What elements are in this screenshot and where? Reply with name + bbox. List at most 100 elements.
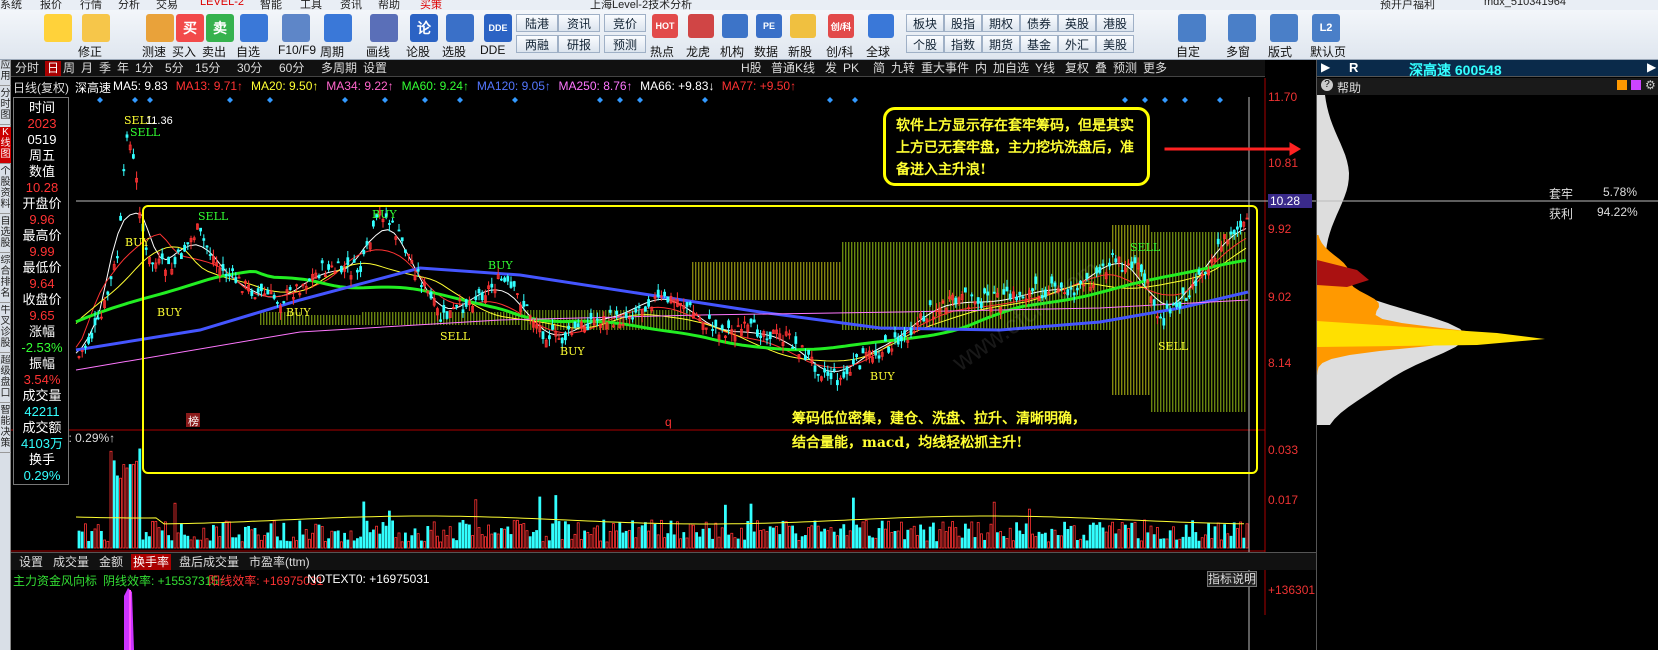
indicator-tab-1[interactable]: 成交量 xyxy=(51,554,91,570)
volume-bar xyxy=(586,531,590,549)
chip-bar xyxy=(899,242,901,330)
volume-bar xyxy=(442,529,446,549)
chip-bar xyxy=(311,315,313,325)
right-panel-arrow-icon[interactable]: ▶ xyxy=(1647,60,1656,74)
candle-body xyxy=(307,278,311,281)
volume-bar xyxy=(1149,525,1153,549)
event-diamond[interactable] xyxy=(1217,97,1223,103)
chip-bar xyxy=(878,242,880,330)
candle-body xyxy=(1018,291,1022,296)
event-diamond[interactable] xyxy=(597,97,603,103)
settings-gear-icon[interactable]: ⚙ xyxy=(1645,78,1656,92)
volume-bar xyxy=(1111,521,1114,549)
right-panel-tab[interactable]: R xyxy=(1349,60,1358,75)
event-diamond[interactable] xyxy=(1122,97,1128,103)
info-label-2: 数值 xyxy=(28,164,55,179)
chip-mode-purple-icon[interactable] xyxy=(1631,80,1641,90)
volume-bar xyxy=(1152,534,1156,549)
volume-bar xyxy=(160,530,164,549)
volume-bar xyxy=(176,532,180,549)
event-diamond[interactable] xyxy=(1142,97,1148,103)
event-diamond[interactable] xyxy=(852,97,858,103)
annotation-frame xyxy=(142,205,1258,474)
event-diamond[interactable] xyxy=(382,97,388,103)
candle-body xyxy=(131,154,135,159)
candle-body xyxy=(116,256,119,259)
volume-bar xyxy=(679,538,682,549)
event-diamond[interactable] xyxy=(422,97,428,103)
volume-bar xyxy=(727,534,730,549)
profit-label: 获利 xyxy=(1549,207,1574,221)
event-diamond[interactable] xyxy=(267,97,273,103)
volume-bar xyxy=(788,525,791,549)
chip-bar xyxy=(818,262,820,300)
candle-body xyxy=(845,366,849,375)
event-diamond[interactable] xyxy=(147,97,153,103)
candle-body xyxy=(1120,270,1124,272)
volume-bar xyxy=(189,539,193,549)
event-diamond[interactable] xyxy=(1162,97,1168,103)
indicator-explain-button[interactable]: 指标说明 xyxy=(1207,571,1257,587)
volume-bar xyxy=(676,521,679,549)
event-diamond[interactable] xyxy=(97,97,103,103)
chip-bar xyxy=(1118,225,1120,395)
volume-bar xyxy=(269,523,273,549)
volume-bar xyxy=(413,528,417,549)
volume-bar xyxy=(400,541,404,549)
candle-body xyxy=(631,317,634,320)
candle-body xyxy=(1178,301,1182,309)
event-diamond[interactable] xyxy=(617,97,623,103)
indicator-tab-0[interactable]: 设置 xyxy=(17,554,45,570)
candle-body xyxy=(964,287,967,293)
chip-bar xyxy=(1181,232,1183,412)
candle-body xyxy=(608,309,612,313)
candle-body xyxy=(551,324,554,330)
volume-bar xyxy=(557,521,561,549)
volume-bar xyxy=(781,520,785,549)
event-diamond[interactable] xyxy=(637,97,643,103)
chip-bar xyxy=(326,315,328,325)
candle-body xyxy=(125,134,129,138)
event-diamond[interactable] xyxy=(702,97,708,103)
event-diamond[interactable] xyxy=(827,97,833,103)
volume-bar xyxy=(736,538,740,549)
volume-bar xyxy=(919,524,922,549)
indicator-tab-5[interactable]: 市盈率(ttm) xyxy=(247,554,312,570)
event-diamond[interactable] xyxy=(1182,97,1188,103)
event-diamond[interactable] xyxy=(457,97,463,103)
event-diamond[interactable] xyxy=(512,97,518,103)
candle-body xyxy=(1216,238,1220,245)
candle-body xyxy=(877,355,881,359)
volume-bar xyxy=(884,528,887,549)
rank-badge-label[interactable]: 榜 xyxy=(188,414,199,428)
candle-body xyxy=(339,265,343,273)
volume-bar xyxy=(80,531,84,549)
volume-bar xyxy=(1168,530,1172,549)
help-label[interactable]: 帮助 xyxy=(1337,79,1361,96)
info-label-1: 周五 xyxy=(28,148,55,163)
volume-bar xyxy=(1028,508,1031,549)
volume-bar xyxy=(909,528,913,549)
indicator-tab-3[interactable]: 换手率 xyxy=(131,554,172,570)
indicator-tab-4[interactable]: 盘后成交量 xyxy=(177,554,241,570)
volume-bar xyxy=(1047,541,1050,549)
event-diamond[interactable] xyxy=(227,97,233,103)
candle-body xyxy=(970,294,974,297)
chip-bar xyxy=(914,242,916,330)
help-question-icon[interactable]: ? xyxy=(1321,79,1333,91)
candle-body xyxy=(362,249,366,255)
volume-bar xyxy=(1018,530,1022,549)
volume-bar xyxy=(708,528,711,549)
event-diamond[interactable] xyxy=(132,97,138,103)
data-window-panel: 时间 2023 0519 周五 数值 10.28 开盘价 9.96 最高价 9.99 最低价 9.64… xyxy=(13,97,69,485)
chip-bar xyxy=(740,262,742,300)
event-diamond[interactable] xyxy=(342,97,348,103)
collapse-arrow-icon[interactable]: ▶ xyxy=(1321,60,1330,74)
indicator-tab-2[interactable]: 金额 xyxy=(97,554,125,570)
chip-bar xyxy=(338,315,340,325)
chip-mode-orange-icon[interactable] xyxy=(1617,80,1627,90)
chip-bar xyxy=(695,262,697,300)
candle-body xyxy=(1204,271,1207,274)
chip-bar xyxy=(671,310,673,330)
chip-bar xyxy=(707,262,709,300)
